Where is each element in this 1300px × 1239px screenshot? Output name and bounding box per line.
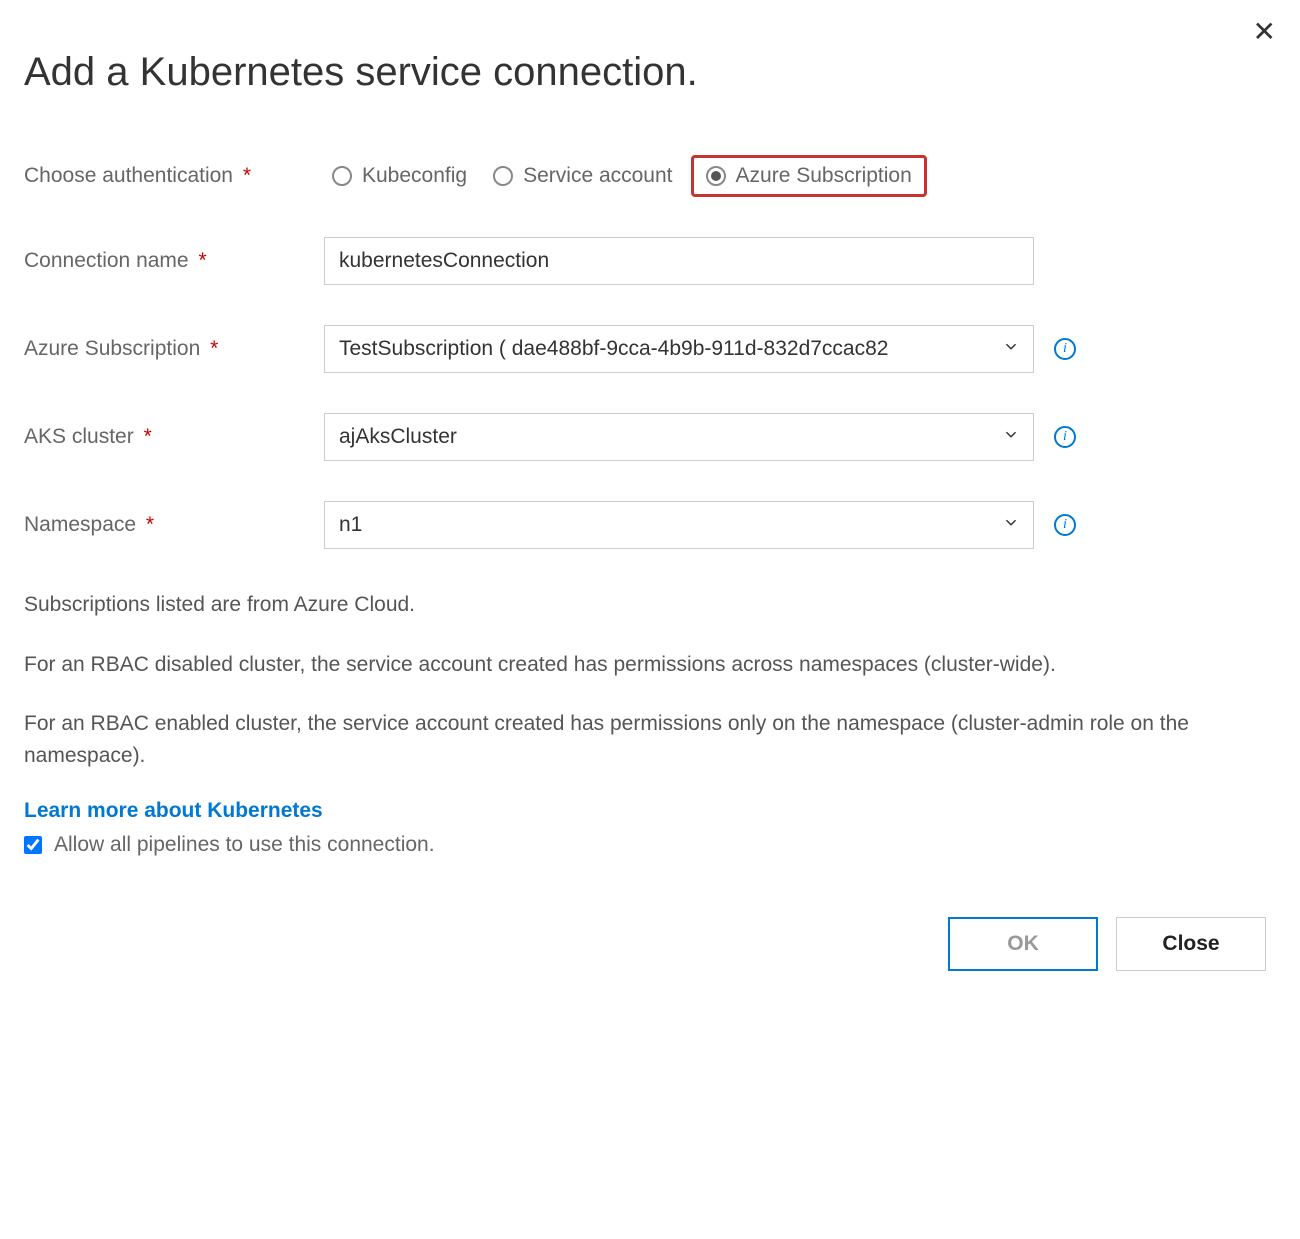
- radio-kubeconfig[interactable]: Kubeconfig: [324, 160, 475, 192]
- azure-subscription-select-wrap: TestSubscription ( dae488bf-9cca-4b9b-91…: [324, 325, 1034, 373]
- radio-icon: [493, 166, 513, 186]
- row-aks-cluster: AKS cluster * ajAksCluster i: [24, 413, 1276, 461]
- azure-subscription-select[interactable]: TestSubscription ( dae488bf-9cca-4b9b-91…: [324, 325, 1034, 373]
- radio-kubeconfig-label: Kubeconfig: [362, 164, 467, 188]
- close-icon[interactable]: ✕: [1253, 18, 1276, 46]
- connection-name-input[interactable]: [324, 237, 1034, 285]
- label-namespace-text: Namespace: [24, 513, 136, 536]
- ok-button[interactable]: OK: [948, 917, 1098, 971]
- connection-name-wrap: [324, 237, 1276, 285]
- row-namespace: Namespace * n1 i: [24, 501, 1276, 549]
- required-marker: *: [144, 425, 152, 448]
- aks-cluster-select[interactable]: ajAksCluster: [324, 413, 1034, 461]
- label-connection-name-text: Connection name: [24, 249, 189, 272]
- row-authentication: Choose authentication * Kubeconfig Servi…: [24, 155, 1276, 197]
- required-marker: *: [146, 513, 154, 536]
- row-connection-name: Connection name *: [24, 237, 1276, 285]
- info-text-2: For an RBAC disabled cluster, the servic…: [24, 649, 1276, 681]
- required-marker: *: [210, 337, 218, 360]
- info-icon[interactable]: i: [1054, 514, 1076, 536]
- learn-more-link[interactable]: Learn more about Kubernetes: [24, 799, 323, 823]
- info-icon[interactable]: i: [1054, 338, 1076, 360]
- allow-pipelines-row: Allow all pipelines to use this connecti…: [24, 833, 1276, 857]
- info-text-3: For an RBAC enabled cluster, the service…: [24, 708, 1276, 771]
- radio-azure-subscription[interactable]: Azure Subscription: [691, 155, 927, 197]
- namespace-select[interactable]: n1: [324, 501, 1034, 549]
- required-marker: *: [243, 164, 251, 187]
- namespace-wrap: n1 i: [324, 501, 1276, 549]
- radio-service-account-label: Service account: [523, 164, 672, 188]
- radio-service-account[interactable]: Service account: [485, 160, 680, 192]
- auth-radio-group: Kubeconfig Service account Azure Subscri…: [324, 155, 1276, 197]
- azure-subscription-wrap: TestSubscription ( dae488bf-9cca-4b9b-91…: [324, 325, 1276, 373]
- label-azure-subscription-text: Azure Subscription: [24, 337, 200, 360]
- label-namespace: Namespace *: [24, 513, 324, 537]
- label-azure-subscription: Azure Subscription *: [24, 337, 324, 361]
- label-authentication-text: Choose authentication: [24, 164, 233, 187]
- row-azure-subscription: Azure Subscription * TestSubscription ( …: [24, 325, 1276, 373]
- label-connection-name: Connection name *: [24, 249, 324, 273]
- dialog-title: Add a Kubernetes service connection.: [24, 50, 1276, 95]
- radio-icon: [706, 166, 726, 186]
- service-connection-dialog: ✕ Add a Kubernetes service connection. C…: [0, 0, 1300, 1001]
- namespace-select-wrap: n1: [324, 501, 1034, 549]
- allow-pipelines-label: Allow all pipelines to use this connecti…: [54, 833, 435, 857]
- label-authentication: Choose authentication *: [24, 164, 324, 188]
- info-text-1: Subscriptions listed are from Azure Clou…: [24, 589, 1276, 621]
- radio-azure-subscription-label: Azure Subscription: [736, 164, 912, 188]
- allow-pipelines-checkbox[interactable]: [24, 836, 42, 854]
- radio-icon: [332, 166, 352, 186]
- aks-cluster-wrap: ajAksCluster i: [324, 413, 1276, 461]
- required-marker: *: [198, 249, 206, 272]
- aks-cluster-select-wrap: ajAksCluster: [324, 413, 1034, 461]
- label-aks-cluster-text: AKS cluster: [24, 425, 134, 448]
- info-icon[interactable]: i: [1054, 426, 1076, 448]
- dialog-button-row: OK Close: [24, 917, 1276, 971]
- label-aks-cluster: AKS cluster *: [24, 425, 324, 449]
- close-button[interactable]: Close: [1116, 917, 1266, 971]
